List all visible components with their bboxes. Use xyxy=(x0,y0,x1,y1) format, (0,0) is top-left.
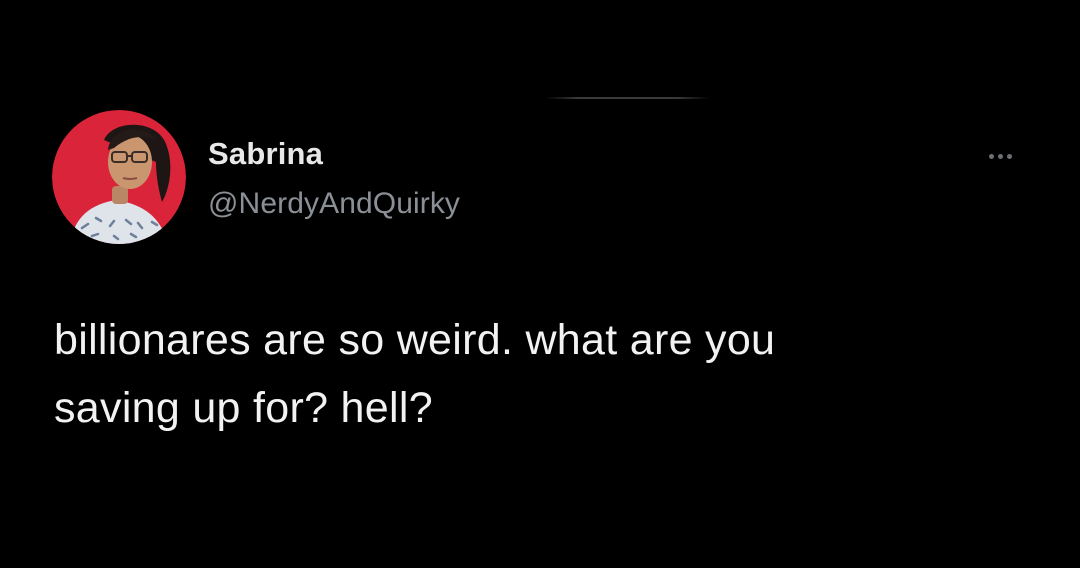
tweet-card: Sabrina @NerdyAndQuirky billionares are … xyxy=(0,0,1080,568)
divider xyxy=(545,97,710,99)
more-options-button[interactable] xyxy=(978,142,1022,170)
tweet-text-line: saving up for? hell? xyxy=(54,384,433,432)
more-horizontal-icon xyxy=(1006,153,1012,159)
tweet-text: billionares are so weird. what are you s… xyxy=(54,306,1014,442)
user-handle[interactable]: @NerdyAndQuirky xyxy=(208,187,460,221)
more-horizontal-icon xyxy=(988,153,994,159)
tweet-text-line: billionares are so weird. what are you xyxy=(54,316,776,364)
profile-photo-icon xyxy=(52,110,186,244)
avatar[interactable] xyxy=(52,110,186,244)
display-name[interactable]: Sabrina xyxy=(208,136,323,172)
more-horizontal-icon xyxy=(997,153,1003,159)
